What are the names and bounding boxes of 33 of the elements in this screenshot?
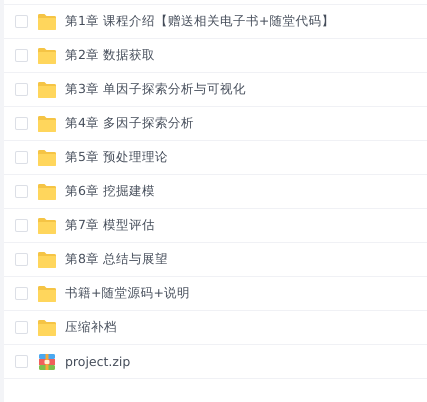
file-name[interactable]: 第3章 单因子探索分析与可视化 bbox=[65, 81, 246, 98]
checkbox[interactable] bbox=[15, 287, 28, 300]
file-name[interactable]: 第6章 挖掘建模 bbox=[65, 183, 155, 200]
file-name[interactable]: 压缩补档 bbox=[65, 319, 117, 336]
folder-icon bbox=[37, 46, 57, 64]
checkbox[interactable] bbox=[15, 83, 28, 96]
folder-icon bbox=[37, 250, 57, 268]
checkbox[interactable] bbox=[15, 355, 28, 368]
archive-icon bbox=[37, 352, 57, 370]
checkbox[interactable] bbox=[15, 185, 28, 198]
file-name[interactable]: 第4章 多因子探索分析 bbox=[65, 115, 194, 132]
file-name[interactable]: project.zip bbox=[65, 354, 130, 369]
file-name[interactable]: 第8章 总结与展望 bbox=[65, 251, 168, 268]
checkbox[interactable] bbox=[15, 15, 28, 28]
folder-icon bbox=[37, 80, 57, 98]
checkbox[interactable] bbox=[15, 49, 28, 62]
file-name[interactable]: 第7章 模型评估 bbox=[65, 217, 155, 234]
folder-icon bbox=[37, 216, 57, 234]
file-name[interactable]: 第5章 预处理理论 bbox=[65, 149, 168, 166]
file-name[interactable]: 第1章 课程介绍【赠送相关电子书+随堂代码】 bbox=[65, 13, 334, 30]
folder-icon bbox=[37, 284, 57, 302]
folder-icon bbox=[37, 182, 57, 200]
checkbox[interactable] bbox=[15, 219, 28, 232]
file-name[interactable]: 第2章 数据获取 bbox=[65, 47, 155, 64]
checkbox[interactable] bbox=[15, 253, 28, 266]
checkbox[interactable] bbox=[15, 117, 28, 130]
file-name[interactable]: 书籍+随堂源码+说明 bbox=[65, 285, 190, 302]
checkbox[interactable] bbox=[15, 321, 28, 334]
folder-icon bbox=[37, 318, 57, 336]
checkbox[interactable] bbox=[15, 151, 28, 164]
folder-icon bbox=[37, 114, 57, 132]
folder-icon bbox=[37, 148, 57, 166]
folder-icon bbox=[37, 12, 57, 30]
